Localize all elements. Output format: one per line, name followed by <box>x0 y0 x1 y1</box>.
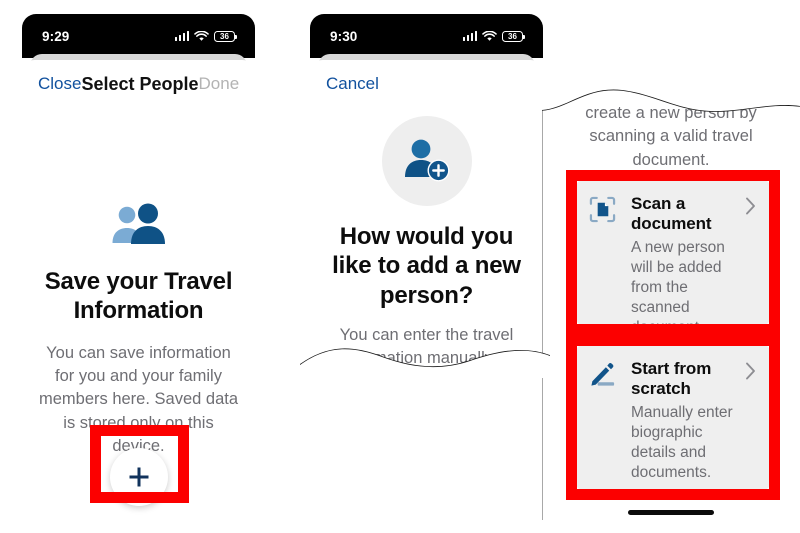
nav-bar-panel1: Close Select People Done <box>22 60 255 108</box>
wifi-icon <box>194 30 209 41</box>
page-title: Select People <box>81 73 199 94</box>
status-time: 9:29 <box>42 28 70 44</box>
wifi-icon <box>482 30 497 41</box>
status-bar-panel1: 9:29 36 <box>22 14 255 58</box>
battery-icon: 36 <box>502 30 525 42</box>
done-button: Done <box>198 74 240 93</box>
cellular-bars-icon <box>174 31 189 41</box>
status-bar-panel2: 9:30 36 <box>310 14 543 58</box>
empty-state-panel1: Save your Travel Information You can sav… <box>22 108 255 459</box>
highlight-box-add-button <box>90 425 189 503</box>
headline-panel1: Save your Travel Information <box>44 268 233 325</box>
close-button[interactable]: Close <box>38 74 81 94</box>
panel-add-person-question: 9:30 36 Cancel How would you like to add… <box>310 14 543 365</box>
person-add-icon <box>404 139 449 182</box>
headline-panel2: How would you like to add a new person? <box>332 223 521 309</box>
highlight-box-start-from-scratch <box>566 335 780 500</box>
question-content: How would you like to add a new person? … <box>310 108 543 365</box>
nav-bar-panel2: Cancel <box>310 60 543 108</box>
battery-level: 36 <box>220 31 229 41</box>
highlight-box-scan-document <box>566 170 780 335</box>
cellular-bars-icon <box>462 31 477 41</box>
status-icons: 36 <box>174 30 237 42</box>
torn-edge-panel3 <box>542 80 800 112</box>
cancel-button[interactable]: Cancel <box>326 74 379 94</box>
avatar <box>381 116 472 206</box>
two-people-icon <box>112 203 165 244</box>
status-icons: 36 <box>462 30 525 42</box>
status-time: 9:30 <box>330 28 358 44</box>
sheet-panel2: Cancel How would you like to add a new p… <box>310 60 543 365</box>
torn-edge-panel2 <box>300 348 550 378</box>
panel3-left-border <box>542 102 543 520</box>
battery-icon: 36 <box>214 30 237 42</box>
home-indicator-panel3 <box>628 510 714 515</box>
battery-level: 36 <box>508 31 517 41</box>
